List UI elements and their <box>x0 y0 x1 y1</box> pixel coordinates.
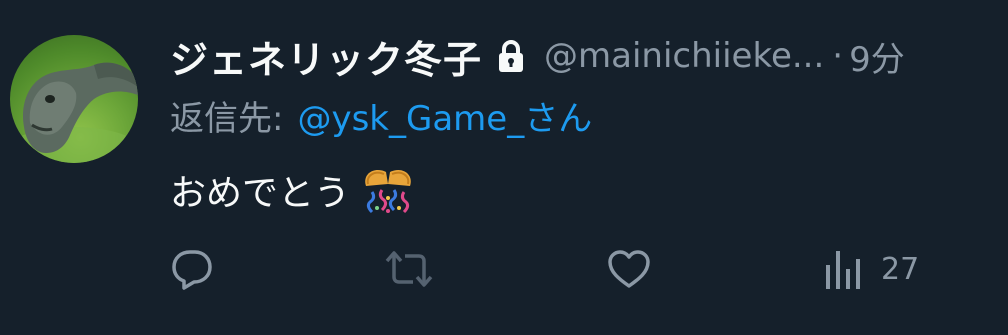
heart-icon <box>608 250 650 288</box>
tweet[interactable]: ジェネリック冬子 @mainichiieke... · 9分 返信先: @ysk… <box>0 0 1008 335</box>
sea-lion-avatar-icon <box>10 62 138 163</box>
separator-dot: · <box>832 36 844 76</box>
retweet-button[interactable] <box>383 242 435 296</box>
tweet-text: おめでとう <box>170 162 418 218</box>
views-count: 27 <box>881 251 920 287</box>
author-handle[interactable]: @mainichiieke... <box>544 36 824 76</box>
lock-icon <box>496 39 526 73</box>
like-button[interactable] <box>605 242 653 296</box>
retweet-icon <box>385 251 433 287</box>
timestamp[interactable]: 9分 <box>849 32 905 81</box>
action-bar: 27 <box>168 242 988 296</box>
reply-target-link[interactable]: @ysk_Game_さん <box>297 91 592 140</box>
reply-prefix: 返信先: <box>170 98 284 139</box>
views-icon <box>826 251 860 289</box>
tweet-text-content: おめでとう <box>170 173 351 214</box>
tweet-header: ジェネリック冬子 @mainichiieke... · 9分 <box>170 28 905 84</box>
avatar[interactable] <box>10 35 138 163</box>
reply-icon <box>172 250 212 290</box>
reply-context: 返信先: @ysk_Game_さん <box>170 91 592 140</box>
views-button[interactable]: 27 <box>823 242 919 296</box>
reply-button[interactable] <box>168 242 216 296</box>
confetti-ball-icon <box>358 164 418 216</box>
author-display-name[interactable]: ジェネリック冬子 <box>170 29 482 84</box>
